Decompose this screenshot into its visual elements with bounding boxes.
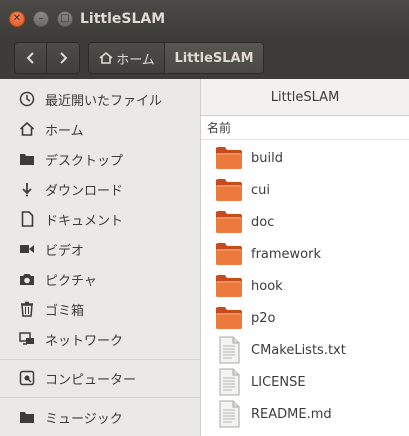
- sidebar-item-computer[interactable]: コンピューター: [0, 363, 200, 393]
- folder-icon: [213, 304, 245, 332]
- sidebar-item-desktop[interactable]: デスクトップ: [0, 144, 200, 174]
- folder-icon: [213, 176, 245, 204]
- sidebar-divider: [0, 397, 200, 398]
- toolbar: ホーム LittleSLAM: [0, 39, 409, 79]
- network-icon: [17, 331, 37, 347]
- sidebar-item-label: ドキュメント: [45, 213, 124, 229]
- sidebar-item-label: 最近開いたファイル: [45, 93, 163, 109]
- file-name: doc: [251, 214, 275, 230]
- text-file-icon: [213, 400, 245, 428]
- sidebar-item-network[interactable]: ネットワーク: [0, 324, 200, 354]
- text-file-icon: [213, 368, 245, 396]
- file-name: README.md: [251, 406, 332, 422]
- file-view: LittleSLAM 名前 build cui doc framework ho…: [201, 79, 409, 436]
- download-icon: [17, 181, 37, 197]
- folder-icon: [213, 240, 245, 268]
- sidebar-item-downloads[interactable]: ダウンロード: [0, 174, 200, 204]
- home-icon: [17, 121, 37, 137]
- trash-icon: [17, 301, 37, 317]
- file-name: framework: [251, 246, 322, 262]
- chevron-right-icon: [60, 52, 68, 64]
- sidebar-item-videos[interactable]: ビデオ: [0, 234, 200, 264]
- text-file-icon: [213, 336, 245, 364]
- minimize-icon: –: [38, 13, 44, 24]
- file-name: p2o: [251, 310, 276, 326]
- minimize-window-button[interactable]: –: [33, 11, 49, 27]
- file-item-p2o[interactable]: p2o: [201, 302, 409, 334]
- video-icon: [17, 241, 37, 257]
- sidebar-item-label: デスクトップ: [45, 153, 124, 169]
- sidebar-item-label: ピクチャ: [45, 273, 97, 289]
- column-header-name[interactable]: 名前: [201, 116, 409, 140]
- sidebar-item-music[interactable]: ミュージック: [0, 402, 200, 432]
- sidebar-item-label: コンピューター: [45, 372, 137, 388]
- file-item-cmakelists[interactable]: CMakeLists.txt: [201, 334, 409, 366]
- file-item-doc[interactable]: doc: [201, 206, 409, 238]
- back-button[interactable]: [15, 43, 48, 73]
- file-item-hook[interactable]: hook: [201, 270, 409, 302]
- folder-icon: [17, 151, 37, 167]
- window-title: LittleSLAM: [80, 11, 166, 27]
- navigation-buttons: [14, 42, 80, 74]
- document-icon: [17, 211, 37, 227]
- file-item-license[interactable]: LICENSE: [201, 366, 409, 398]
- breadcrumb-home-label: ホーム: [116, 52, 155, 68]
- close-window-button[interactable]: ✕: [9, 11, 25, 27]
- clock-icon: [17, 91, 37, 107]
- file-item-build[interactable]: build: [201, 142, 409, 174]
- sidebar: 最近開いたファイル ホーム デスクトップ ダウンロード ドキュメント ビデオ ピ…: [0, 79, 201, 436]
- music-folder-icon: [17, 409, 37, 425]
- forward-button[interactable]: [47, 43, 79, 73]
- folder-icon: [213, 208, 245, 236]
- computer-icon: [17, 370, 37, 386]
- sidebar-item-label: ホーム: [45, 123, 84, 139]
- maximize-icon: □: [60, 13, 70, 24]
- chevron-left-icon: [26, 52, 34, 64]
- sidebar-item-documents[interactable]: ドキュメント: [0, 204, 200, 234]
- close-icon: ✕: [12, 13, 22, 24]
- file-item-readme[interactable]: README.md: [201, 398, 409, 430]
- file-name: hook: [251, 278, 283, 294]
- sidebar-item-trash[interactable]: ゴミ箱: [0, 294, 200, 324]
- title-bar: ✕ – □ LittleSLAM: [0, 0, 409, 39]
- file-name: LICENSE: [251, 374, 306, 390]
- home-icon: [98, 51, 114, 65]
- breadcrumb-home-button[interactable]: ホーム: [89, 43, 165, 73]
- location-header: LittleSLAM: [201, 79, 409, 116]
- breadcrumb: ホーム LittleSLAM: [88, 42, 264, 74]
- breadcrumb-current-button[interactable]: LittleSLAM: [165, 43, 263, 73]
- sidebar-item-pictures[interactable]: ピクチャ: [0, 264, 200, 294]
- camera-icon: [17, 271, 37, 287]
- file-name: cui: [251, 182, 270, 198]
- folder-icon: [213, 144, 245, 172]
- file-name: build: [251, 150, 283, 166]
- file-item-framework[interactable]: framework: [201, 238, 409, 270]
- sidebar-item-label: ダウンロード: [45, 183, 124, 199]
- sidebar-item-recent[interactable]: 最近開いたファイル: [0, 84, 200, 114]
- sidebar-item-label: ビデオ: [45, 243, 85, 259]
- maximize-window-button[interactable]: □: [57, 11, 73, 27]
- file-name: CMakeLists.txt: [251, 342, 346, 358]
- folder-icon: [213, 272, 245, 300]
- sidebar-item-label: ミュージック: [45, 411, 123, 427]
- sidebar-item-label: ネットワーク: [45, 333, 124, 349]
- file-item-cui[interactable]: cui: [201, 174, 409, 206]
- sidebar-divider: [0, 359, 200, 360]
- sidebar-item-label: ゴミ箱: [45, 303, 85, 319]
- sidebar-item-home[interactable]: ホーム: [0, 114, 200, 144]
